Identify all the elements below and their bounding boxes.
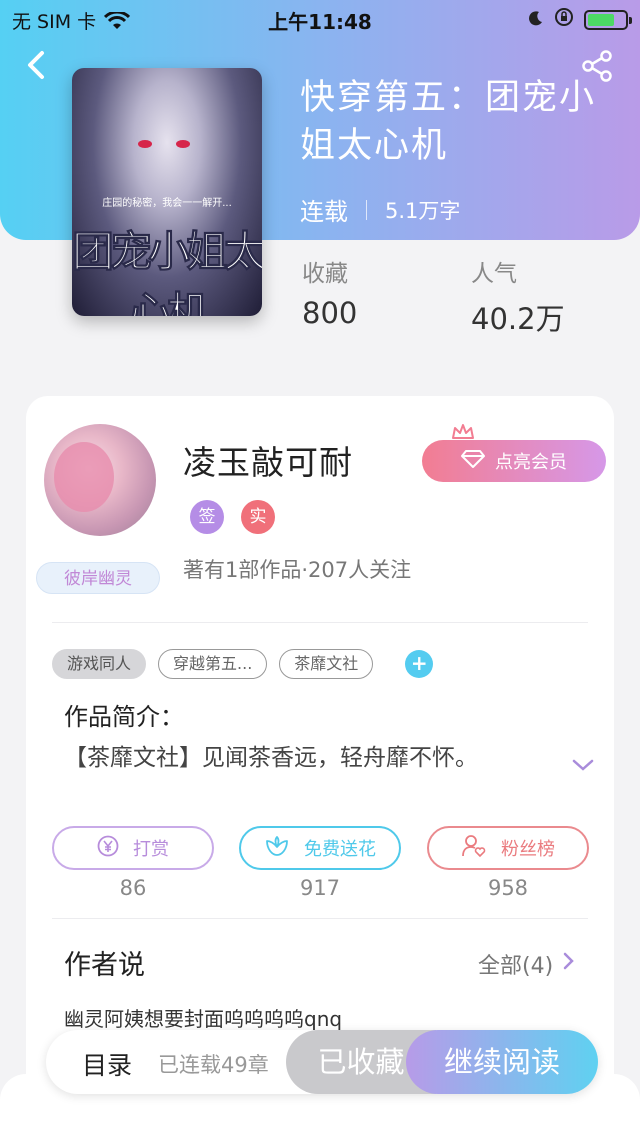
chevron-right-icon bbox=[563, 951, 575, 977]
tag-chip[interactable]: 穿越第五... bbox=[158, 649, 268, 679]
crown-icon bbox=[451, 422, 475, 442]
book-meta: 连载 5.1万字 bbox=[300, 192, 460, 227]
status-bar: 无 SIM 卡 上午11:48 bbox=[0, 0, 640, 36]
author-name[interactable]: 凌玉敲可耐 bbox=[183, 436, 353, 484]
tag-list: 游戏同人 穿越第五... 茶靡文社 + bbox=[52, 649, 434, 679]
serial-status: 已连载49章 bbox=[158, 1053, 269, 1077]
popularity-stat: 人气 40.2万 bbox=[471, 254, 565, 338]
verified-tag: 实 bbox=[241, 500, 275, 534]
favorites-value: 800 bbox=[302, 296, 358, 330]
add-tag-button[interactable]: + bbox=[405, 650, 434, 678]
continue-reading-button[interactable]: 继续阅读 bbox=[406, 1030, 598, 1094]
view-all-label: 全部(4) bbox=[478, 954, 554, 979]
toc-button[interactable]: 目录 bbox=[82, 1046, 132, 1082]
send-flower-button[interactable]: 免费送花 bbox=[239, 826, 401, 870]
flower-count: 917 bbox=[299, 876, 341, 900]
diamond-icon bbox=[461, 449, 485, 473]
chevron-down-icon[interactable] bbox=[570, 756, 596, 774]
author-summary: 著有1部作品·207人关注 bbox=[183, 558, 412, 582]
flower-icon bbox=[264, 835, 290, 862]
fan-ranking-label: 粉丝榜 bbox=[501, 839, 555, 860]
word-count: 5.1万字 bbox=[385, 198, 461, 223]
send-flower-label: 免费送花 bbox=[304, 839, 376, 860]
vip-button-label: 点亮会员 bbox=[495, 452, 567, 473]
favorites-stat: 收藏 800 bbox=[302, 254, 357, 330]
favorites-label: 收藏 bbox=[302, 261, 348, 287]
signed-tag: 签 bbox=[190, 500, 224, 534]
meta-divider bbox=[366, 199, 367, 220]
book-status: 连载 bbox=[300, 198, 348, 226]
tip-count: 86 bbox=[119, 876, 147, 900]
vip-button[interactable]: 点亮会员 bbox=[422, 440, 606, 482]
cover-tagline: 庄园的秘密，我会一一解开... bbox=[102, 198, 232, 209]
popularity-label: 人气 bbox=[471, 261, 517, 287]
book-title: 快穿第五：团宠小姐太心机 bbox=[300, 78, 597, 166]
orientation-lock-icon bbox=[554, 7, 574, 32]
popularity-value: 40.2万 bbox=[471, 302, 565, 336]
divider bbox=[52, 622, 588, 623]
tip-label: 打赏 bbox=[133, 839, 169, 860]
tag-chip[interactable]: 游戏同人 bbox=[52, 649, 147, 679]
cover-title-art: 团宠小姐太心机 bbox=[72, 227, 262, 317]
author-says-text: 幽灵阿姨想要封面呜呜呜呜qnq bbox=[64, 1007, 343, 1031]
book-cover[interactable]: 庄园的秘密，我会一一解开... 团宠小姐太心机 bbox=[72, 68, 262, 316]
intro-text: 【茶靡文社】见闻茶香远，轻舟靡不怀。 bbox=[64, 745, 478, 771]
fan-ranking-button[interactable]: 粉丝榜 bbox=[427, 826, 589, 870]
battery-icon bbox=[584, 9, 632, 30]
back-button[interactable] bbox=[22, 48, 52, 82]
fan-count: 958 bbox=[487, 876, 529, 900]
yen-icon bbox=[97, 835, 119, 862]
moon-icon bbox=[528, 9, 544, 31]
author-says-heading: 作者说 bbox=[64, 950, 145, 981]
divider bbox=[52, 918, 588, 919]
author-avatar[interactable] bbox=[44, 424, 156, 536]
tag-chip[interactable]: 茶靡文社 bbox=[279, 649, 374, 679]
user-heart-icon bbox=[461, 834, 487, 863]
intro-heading: 作品简介： bbox=[64, 703, 184, 731]
tip-button[interactable]: 打赏 bbox=[52, 826, 214, 870]
author-title-badge: 彼岸幽灵 bbox=[36, 562, 160, 594]
view-all-button[interactable]: 全部(4) bbox=[478, 948, 575, 980]
